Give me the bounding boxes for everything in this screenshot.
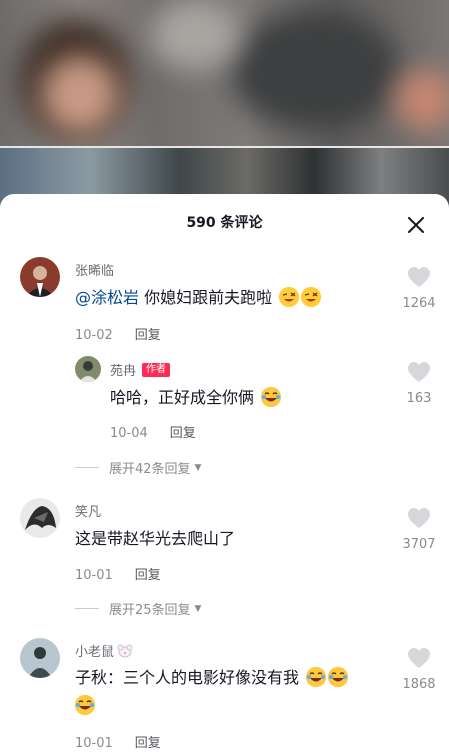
close-icon[interactable]	[405, 214, 427, 236]
heart-icon[interactable]	[407, 507, 431, 529]
like-button[interactable]: 1264	[394, 266, 444, 311]
comment-body: 这是带赵华光去爬山了	[75, 529, 236, 548]
comment-text: 这是带赵华光去爬山了	[75, 527, 235, 551]
like-button[interactable]: 1868	[394, 647, 444, 692]
username-text[interactable]: 笑凡	[75, 501, 101, 520]
like-button[interactable]: 163	[394, 361, 444, 406]
username-text[interactable]: 张晞临	[75, 260, 114, 279]
comment-username[interactable]: 小老鼠	[75, 641, 133, 660]
comment-meta: 10-01 回复	[75, 732, 161, 751]
laugh-cry-emoji-icon	[261, 387, 282, 407]
mouse-emoji-icon	[117, 644, 133, 657]
expand-replies-button[interactable]: 展开25条回复 ▼	[75, 599, 201, 618]
wink-emoji-icon	[279, 287, 300, 307]
reply-username[interactable]: 苑冉 作者	[110, 360, 171, 379]
like-count: 1868	[402, 677, 436, 692]
expand-label[interactable]: 展开25条回复	[109, 599, 191, 618]
like-count: 1264	[402, 296, 436, 311]
caret-down-icon[interactable]: ▼	[195, 463, 202, 473]
reply-body: 哈哈，正好成全你俩	[110, 388, 255, 407]
author-badge: 作者	[142, 362, 171, 377]
reply-meta: 10-04 回复	[110, 422, 196, 441]
video-preview[interactable]	[0, 0, 449, 210]
heart-icon[interactable]	[407, 647, 431, 669]
comment-text: @涂松岩 你媳妇跟前夫跑啦	[75, 286, 322, 310]
reply-text: 哈哈，正好成全你俩	[110, 386, 282, 410]
like-count: 3707	[402, 537, 436, 552]
heart-icon[interactable]	[407, 361, 431, 383]
comment-count-title: 590 条评论	[186, 215, 263, 231]
laugh-cry-emoji-icon	[75, 695, 95, 715]
like-count: 163	[406, 391, 432, 406]
comment-date: 10-01	[75, 736, 113, 751]
like-button[interactable]: 3707	[394, 507, 444, 552]
comment-username[interactable]: 笑凡	[75, 501, 101, 520]
comment-date: 10-02	[75, 328, 113, 343]
blurred-video-frame	[0, 0, 449, 150]
comment-date: 10-01	[75, 568, 113, 583]
wink-emoji-icon	[301, 287, 322, 307]
expand-replies-button[interactable]: 展开42条回复 ▼	[75, 458, 201, 477]
reply-button[interactable]: 回复	[135, 736, 161, 751]
reply-button[interactable]: 回复	[135, 328, 161, 343]
comment-body: 你媳妇跟前夫跑啦	[139, 288, 273, 307]
comment-body: 子秋：三个人的电影好像没有我	[75, 668, 300, 687]
reply-date: 10-04	[110, 426, 148, 441]
username-text[interactable]: 苑冉	[110, 360, 136, 379]
avatar[interactable]	[20, 638, 60, 678]
comment-meta: 10-01 回复	[75, 564, 161, 583]
comment-text: 子秋：三个人的电影好像没有我	[75, 666, 349, 690]
expand-label[interactable]: 展开42条回复	[109, 458, 191, 477]
comment-meta: 10-02 回复	[75, 324, 161, 343]
laugh-cry-emoji-icon	[328, 667, 349, 687]
username-text[interactable]: 小老鼠	[75, 641, 114, 660]
heart-icon[interactable]	[407, 266, 431, 288]
reply-button[interactable]: 回复	[135, 568, 161, 583]
divider-line	[75, 608, 99, 609]
comment-sheet: 590 条评论 张晞临 @涂松岩 你媳妇跟前夫跑啦 10-02 回复 1264 …	[0, 194, 449, 756]
mention-link[interactable]: @涂松岩	[75, 288, 139, 307]
comment-text-continued	[75, 694, 95, 718]
caret-down-icon[interactable]: ▼	[195, 604, 202, 614]
avatar[interactable]	[20, 257, 60, 297]
avatar[interactable]	[75, 356, 101, 382]
laugh-cry-emoji-icon	[306, 667, 327, 687]
divider-line	[75, 467, 99, 468]
comment-username[interactable]: 张晞临	[75, 260, 114, 279]
avatar[interactable]	[20, 498, 60, 538]
reply-button[interactable]: 回复	[170, 426, 196, 441]
